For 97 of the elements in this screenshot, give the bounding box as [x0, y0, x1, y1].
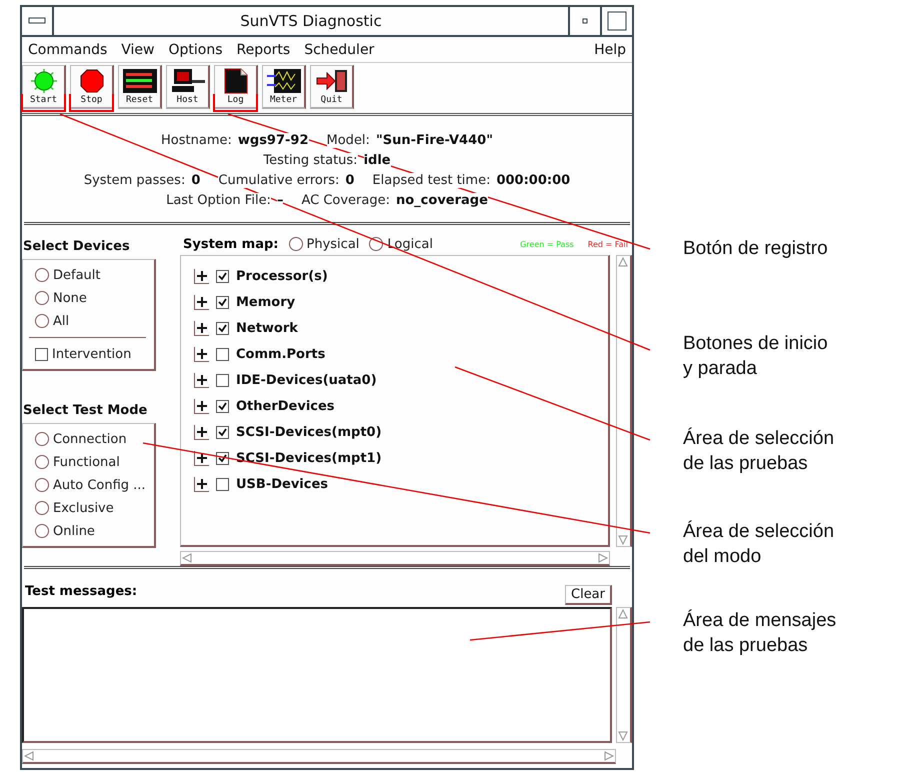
horizontal-scrollbar[interactable] — [180, 551, 610, 566]
status-label: Last Option File: — [166, 192, 271, 208]
radio-option[interactable]: None — [35, 289, 154, 307]
group-title: Select Devices — [23, 239, 131, 254]
device-label: Network — [236, 320, 298, 336]
exit-door-icon — [314, 68, 348, 94]
radio-option[interactable]: Default — [35, 266, 154, 284]
status-label: Testing status: — [263, 152, 358, 168]
checkbox[interactable] — [216, 478, 229, 490]
checkbox[interactable] — [216, 452, 229, 464]
checkbox[interactable] — [216, 270, 229, 282]
scroll-left-icon[interactable] — [23, 750, 35, 762]
callout-text: Área de mensajes de las pruebas — [683, 608, 836, 658]
window-title: SunVTS Diagnostic — [239, 11, 383, 32]
messages-title: Test messages: — [25, 584, 138, 599]
checkbox[interactable] — [216, 322, 229, 334]
messages-area[interactable] — [22, 607, 612, 743]
device-label: USB-Devices — [236, 476, 328, 492]
expand-icon[interactable] — [197, 400, 207, 410]
radio-option[interactable]: Connection — [35, 430, 154, 448]
radio-option[interactable]: Online — [35, 522, 154, 540]
status-label: System passes: — [84, 172, 186, 188]
radio-option[interactable]: Exclusive — [35, 499, 154, 517]
status-label: Model: — [326, 132, 370, 148]
toolbar-button[interactable]: Start — [22, 65, 66, 110]
system-map-label: System map: — [183, 236, 279, 252]
scroll-up-icon[interactable] — [617, 608, 630, 620]
menu-item[interactable]: View — [121, 42, 154, 58]
toolbar-button[interactable]: Stop — [70, 65, 114, 110]
status-value: wgs97-92 — [238, 132, 309, 148]
callout-text: Área de selección de las pruebas — [683, 426, 834, 476]
callout-text: Botones de inicio y parada — [683, 332, 828, 381]
meter-icon — [266, 68, 302, 94]
group-title: Select Test Mode — [23, 403, 148, 418]
vertical-scrollbar[interactable] — [616, 255, 632, 547]
status-label: Elapsed test time: — [372, 172, 490, 188]
status-value: no_coverage — [396, 192, 488, 208]
device-label: Memory — [236, 294, 296, 310]
menu-item[interactable]: Scheduler — [304, 42, 374, 58]
radio-option[interactable]: Auto Config ... — [35, 476, 154, 494]
toolbar-button[interactable]: Host — [166, 65, 210, 110]
callout-text: Área de selección del modo — [683, 520, 834, 569]
device-label: IDE-Devices(uata0) — [236, 372, 377, 388]
status-value: idle — [364, 152, 391, 168]
expand-icon[interactable] — [197, 452, 207, 462]
menu-item[interactable]: Options — [168, 42, 223, 58]
device-label: Comm.Ports — [236, 346, 326, 362]
scroll-down-icon[interactable] — [617, 730, 630, 742]
toolbar-button[interactable]: Log — [214, 65, 258, 110]
minimize-icon[interactable] — [582, 18, 588, 24]
legend-text: Green = Pass — [520, 240, 574, 248]
computer-icon — [170, 68, 206, 94]
checkbox[interactable] — [216, 348, 229, 360]
device-label: SCSI-Devices(mpt0) — [236, 424, 382, 440]
toolbar-button[interactable]: Meter — [262, 65, 306, 110]
expand-icon[interactable] — [197, 322, 207, 332]
glowing-ball-icon — [28, 68, 58, 94]
checkbox[interactable] — [216, 400, 229, 412]
document-icon — [222, 68, 250, 94]
toolbar-button[interactable]: Quit — [310, 65, 354, 110]
legend-text: Red = Fail — [588, 240, 628, 248]
stop-sign-icon — [78, 68, 106, 94]
radio-option[interactable]: Physical — [288, 235, 360, 253]
callout-text: Botón de registro — [683, 237, 828, 261]
scroll-up-icon[interactable] — [617, 256, 629, 268]
status-label: AC Coverage: — [301, 192, 390, 208]
vertical-scrollbar[interactable] — [616, 607, 632, 743]
expand-icon[interactable] — [197, 426, 207, 436]
expand-icon[interactable] — [197, 348, 207, 358]
radio-option[interactable]: All — [35, 312, 154, 330]
maximize-icon[interactable] — [607, 11, 627, 31]
horizontal-scrollbar[interactable] — [22, 749, 616, 764]
expand-icon[interactable] — [197, 296, 207, 306]
expand-icon[interactable] — [197, 478, 207, 488]
device-list-icon — [122, 68, 158, 94]
checkbox[interactable] — [216, 374, 229, 386]
checkbox-option[interactable]: Intervention — [35, 345, 154, 363]
toolbar-button[interactable]: Reset — [118, 65, 162, 110]
scroll-right-icon[interactable] — [603, 750, 615, 762]
device-label: Processor(s) — [236, 268, 328, 284]
menu-item[interactable]: Help — [594, 42, 626, 58]
scroll-down-icon[interactable] — [617, 534, 629, 546]
expand-icon[interactable] — [197, 270, 207, 280]
checkbox[interactable] — [216, 296, 229, 308]
clear-button[interactable]: Clear — [565, 585, 612, 605]
device-label: OtherDevices — [236, 398, 335, 414]
checkbox[interactable] — [216, 426, 229, 438]
scroll-right-icon[interactable] — [597, 552, 609, 564]
status-label: Cumulative errors: — [218, 172, 340, 188]
scroll-left-icon[interactable] — [181, 552, 193, 564]
window-menu-icon[interactable] — [28, 17, 46, 25]
expand-icon[interactable] — [197, 374, 207, 384]
menu-item[interactable]: Commands — [28, 42, 108, 58]
device-label: SCSI-Devices(mpt1) — [236, 450, 382, 466]
radio-option[interactable]: Functional — [35, 453, 154, 471]
menu-item[interactable]: Reports — [236, 42, 290, 58]
radio-option[interactable]: Logical — [369, 235, 433, 253]
